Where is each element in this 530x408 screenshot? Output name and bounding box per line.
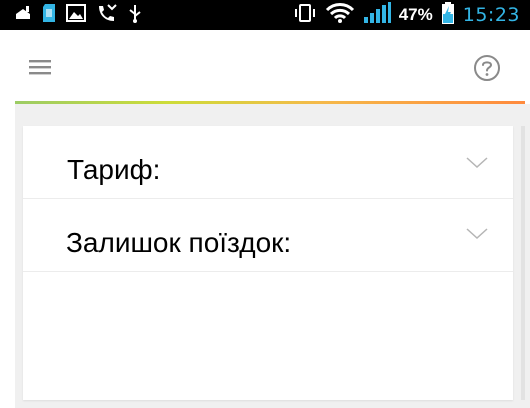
status-bar: 47% 15:23 [0, 0, 530, 30]
image-icon [66, 3, 86, 27]
menu-button[interactable] [28, 56, 54, 78]
info-card: Тариф: Залишок поїздок: [23, 126, 513, 400]
help-circle-icon [474, 55, 500, 81]
status-bar-notifications [14, 3, 142, 28]
scrollbar[interactable] [521, 126, 525, 400]
clock: 15:23 [462, 4, 520, 26]
battery-charging-icon [441, 1, 455, 29]
vibrate-icon [293, 3, 317, 28]
usb-icon [128, 3, 142, 28]
signal-icon [363, 1, 391, 29]
app-bar [0, 30, 530, 102]
trips-balance-label: Залишок поїздок: [66, 227, 292, 258]
chevron-down-icon[interactable] [466, 157, 488, 169]
tariff-label: Тариф: [67, 154, 161, 185]
sd-card-icon [42, 3, 56, 28]
wifi-icon [325, 2, 355, 29]
notification-icon [14, 5, 32, 26]
hamburger-menu-icon [29, 60, 51, 75]
help-button[interactable] [473, 54, 501, 82]
battery-percent: 47% [398, 5, 433, 24]
missed-call-icon [96, 3, 118, 28]
chevron-down-icon[interactable] [466, 228, 488, 240]
tariff-row[interactable]: Тариф: [23, 126, 513, 199]
trips-balance-row[interactable]: Залишок поїздок: [23, 199, 513, 272]
status-bar-system: 47% 15:23 [293, 1, 520, 29]
content-area: Тариф: Залишок поїздок: [15, 104, 530, 408]
